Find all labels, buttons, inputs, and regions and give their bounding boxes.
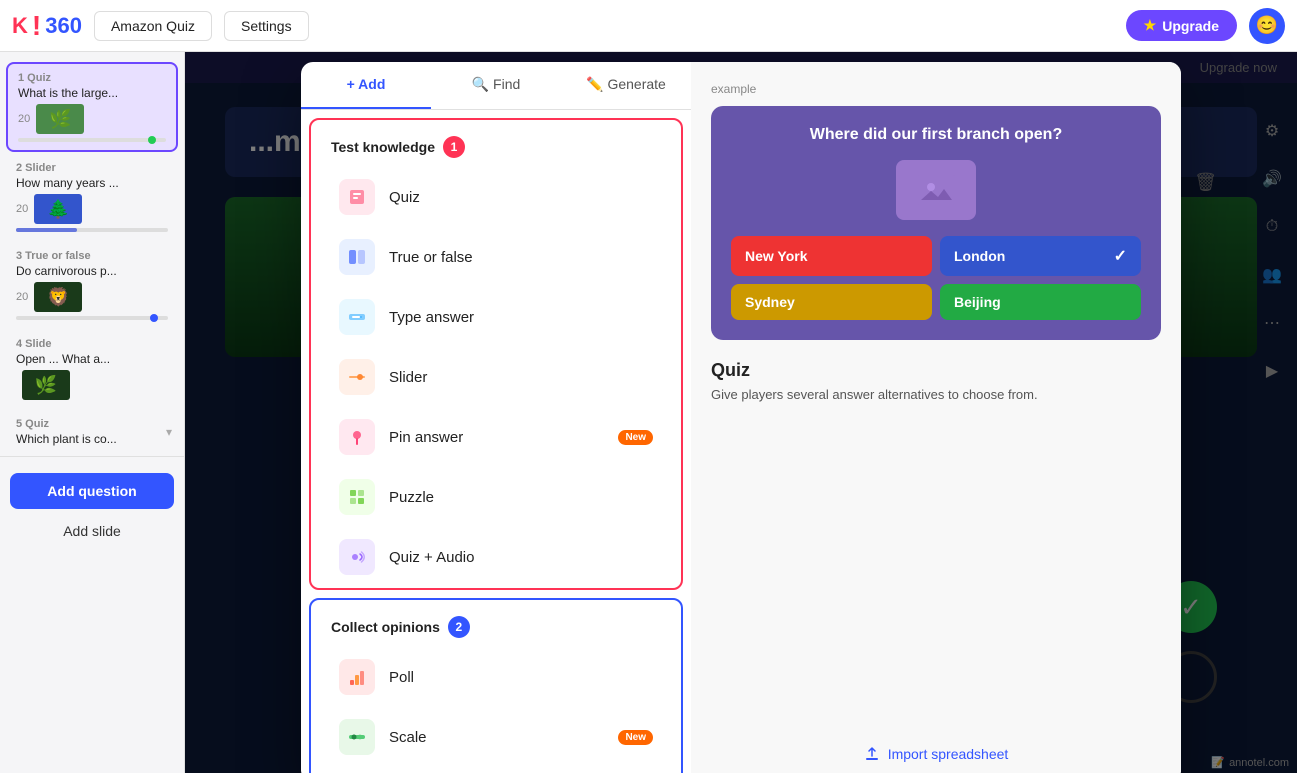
test-knowledge-section: Test knowledge 1	[309, 118, 683, 590]
upgrade-button[interactable]: ★ Upgrade	[1126, 10, 1237, 41]
section-badge-1: 1	[443, 136, 465, 158]
thumb-image-1: 🌿	[36, 104, 84, 134]
popup-menu: + Add 🔍 Find ✏️ Generate Test knowledge …	[301, 62, 691, 773]
collect-opinions-section: Collect opinions 2	[309, 598, 683, 773]
sidebar: 1 Quiz What is the large... 20 🌿 2 Slide…	[0, 52, 185, 773]
puzzle-icon	[339, 479, 375, 515]
popup-sections: Test knowledge 1	[301, 110, 691, 773]
collect-opinions-header: Collect opinions 2	[311, 600, 681, 646]
star-icon: ★	[1144, 17, 1157, 34]
preview-card: Where did our first branch open? New Yor…	[711, 106, 1161, 340]
sidebar-item-3[interactable]: 3 True or false Do carnivorous p... 20 🦁	[6, 242, 178, 328]
pin-answer-new-badge: New	[618, 430, 653, 445]
quiz-audio-icon	[339, 539, 375, 575]
tab-add[interactable]: + Add	[301, 62, 431, 109]
main-layout: 1 Quiz What is the large... 20 🌿 2 Slide…	[0, 52, 1297, 773]
preview-question: Where did our first branch open?	[731, 126, 1141, 144]
chevron-down-icon: ▾	[166, 425, 172, 439]
menu-item-true-false[interactable]: True or false	[319, 228, 673, 286]
menu-item-type-answer[interactable]: Type answer	[319, 288, 673, 346]
sidebar-bottom: Add question Add slide	[0, 456, 184, 553]
menu-item-poll[interactable]: Poll	[319, 648, 673, 706]
sidebar-item-4[interactable]: 4 Slide Open ... What a... 🌿	[6, 330, 178, 408]
type-answer-icon	[339, 299, 375, 335]
thumb-image-3: 🦁	[34, 282, 82, 312]
popup-panel: + Add 🔍 Find ✏️ Generate Test knowledge …	[301, 62, 1181, 773]
quiz-name-button[interactable]: Amazon Quiz	[94, 11, 212, 41]
upload-icon	[864, 746, 880, 762]
pin-answer-icon	[339, 419, 375, 455]
test-knowledge-header: Test knowledge 1	[311, 120, 681, 166]
sidebar-item-1[interactable]: 1 Quiz What is the large... 20 🌿	[6, 62, 178, 152]
add-question-button[interactable]: Add question	[10, 473, 174, 509]
menu-item-pin-answer[interactable]: Pin answer New	[319, 408, 673, 466]
tab-generate[interactable]: ✏️ Generate	[561, 62, 691, 109]
answer-grid: New York London ✓ Sydney Beijing	[731, 236, 1141, 320]
thumb-image-2: 🌲	[34, 194, 82, 224]
correct-check-icon: ✓	[1114, 246, 1127, 266]
answer-london: London ✓	[940, 236, 1141, 276]
answer-new-york: New York	[731, 236, 932, 276]
add-slide-button[interactable]: Add slide	[10, 517, 174, 545]
settings-button[interactable]: Settings	[224, 11, 309, 41]
sidebar-item-2[interactable]: 2 Slider How many years ... 20 🌲	[6, 154, 178, 240]
scale-icon	[339, 719, 375, 755]
menu-item-scale[interactable]: Scale New	[319, 708, 673, 766]
answer-sydney: Sydney	[731, 284, 932, 320]
menu-item-puzzle[interactable]: Puzzle	[319, 468, 673, 526]
app-logo: K!360	[12, 10, 82, 42]
modal-overlay: + Add 🔍 Find ✏️ Generate Test knowledge …	[185, 52, 1297, 773]
tab-find[interactable]: 🔍 Find	[431, 62, 561, 109]
menu-item-quiz[interactable]: Quiz	[319, 168, 673, 226]
poll-icon	[339, 659, 375, 695]
scale-new-badge: New	[618, 730, 653, 745]
menu-item-slider[interactable]: Slider	[319, 348, 673, 406]
import-spreadsheet-button[interactable]: Import spreadsheet	[864, 746, 1009, 762]
avatar[interactable]: 😊	[1249, 8, 1285, 44]
topbar: K!360 Amazon Quiz Settings ★ Upgrade 😊	[0, 0, 1297, 52]
popup-tabs: + Add 🔍 Find ✏️ Generate	[301, 62, 691, 110]
preview-label: example	[711, 82, 756, 96]
slider-icon	[339, 359, 375, 395]
popup-preview: example Where did our first branch open?	[691, 62, 1181, 773]
section-badge-2: 2	[448, 616, 470, 638]
preview-type-title: Quiz	[711, 360, 750, 381]
true-false-icon	[339, 239, 375, 275]
logo-k: K	[12, 13, 28, 39]
sidebar-item-5[interactable]: 5 Quiz Which plant is co... ▾	[6, 410, 178, 454]
menu-item-nps-scale[interactable]: NPS scale New	[319, 768, 673, 773]
answer-beijing: Beijing	[940, 284, 1141, 320]
preview-type-description: Give players several answer alternatives…	[711, 387, 1038, 402]
thumb-image-4: 🌿	[22, 370, 70, 400]
content-area: Upgrade now ...mazon? ⚙ 🔊 ⏱ 👥 ⋯ ▶ ✓ 🗑 📝 …	[185, 52, 1297, 773]
preview-image-placeholder	[896, 160, 976, 220]
topbar-right: ★ Upgrade 😊	[1126, 8, 1285, 44]
quiz-icon	[339, 179, 375, 215]
menu-item-quiz-audio[interactable]: Quiz + Audio	[319, 528, 673, 586]
